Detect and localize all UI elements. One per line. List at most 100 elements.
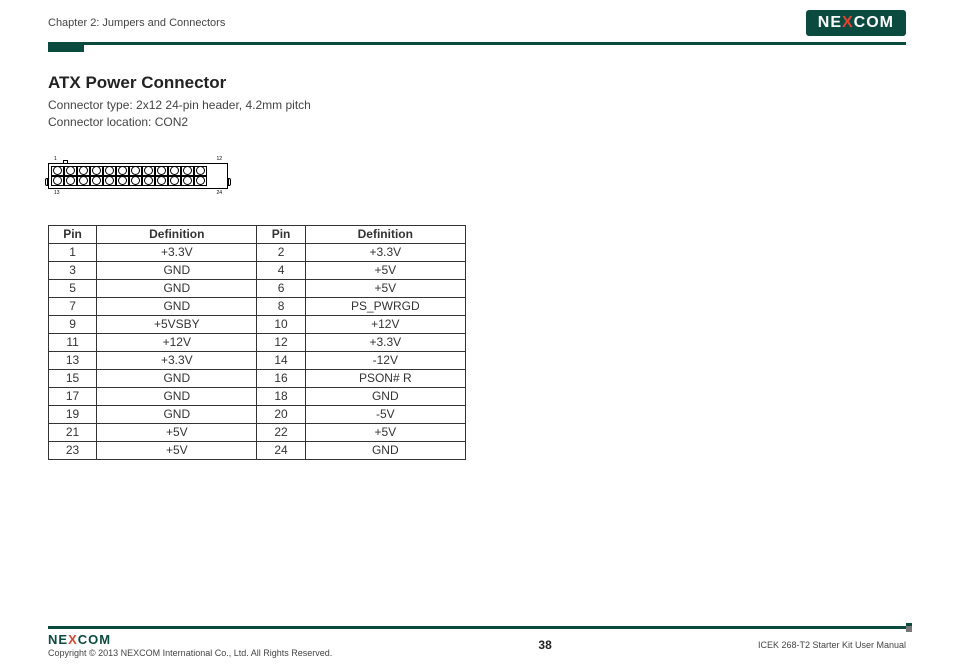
connector-body	[48, 163, 228, 189]
definition-cell: +12V	[305, 315, 465, 333]
pin-cell: 17	[49, 387, 97, 405]
logo-x: X	[842, 14, 854, 31]
logo-pre: NE	[818, 14, 842, 31]
pin-cell: 2	[257, 243, 305, 261]
definition-cell: +5V	[97, 441, 257, 459]
footer-ornament-2	[906, 626, 912, 632]
table-row: 13+3.3V14-12V	[49, 351, 466, 369]
definition-cell: +3.3V	[97, 243, 257, 261]
definition-cell: GND	[97, 261, 257, 279]
pin-cell: 21	[49, 423, 97, 441]
definition-cell: -12V	[305, 351, 465, 369]
definition-cell: +5V	[97, 423, 257, 441]
definition-cell: GND	[305, 441, 465, 459]
pin-cell: 16	[257, 369, 305, 387]
pinhole-icon	[181, 176, 194, 186]
pin-cell: 23	[49, 441, 97, 459]
definition-cell: GND	[97, 369, 257, 387]
definition-cell: PS_PWRGD	[305, 297, 465, 315]
pin-row-bottom	[51, 176, 225, 186]
pin-cell: 5	[49, 279, 97, 297]
pin-cell: 20	[257, 405, 305, 423]
copyright-text: Copyright © 2013 NEXCOM International Co…	[48, 648, 332, 658]
definition-cell: -5V	[305, 405, 465, 423]
definition-cell: GND	[97, 297, 257, 315]
pin-cell: 8	[257, 297, 305, 315]
pin-cell: 14	[257, 351, 305, 369]
pinhole-icon	[77, 176, 90, 186]
pinhole-icon	[168, 176, 181, 186]
table-row: 23+5V24GND	[49, 441, 466, 459]
pinhole-icon	[51, 176, 64, 186]
table-row: 21+5V22+5V	[49, 423, 466, 441]
pin-definition-table: Pin Definition Pin Definition 1+3.3V2+3.…	[48, 225, 466, 460]
pin-label-1: 1	[54, 156, 57, 162]
table-row: 11+12V12+3.3V	[49, 333, 466, 351]
th-def-2: Definition	[305, 225, 465, 243]
th-def-1: Definition	[97, 225, 257, 243]
definition-cell: +5V	[305, 279, 465, 297]
pin-cell: 19	[49, 405, 97, 423]
pinhole-icon	[64, 176, 77, 186]
pin-row-top	[51, 166, 225, 176]
pinhole-icon	[103, 176, 116, 186]
pinhole-icon	[64, 166, 77, 176]
pinhole-icon	[194, 176, 207, 186]
definition-cell: GND	[97, 279, 257, 297]
definition-cell: +12V	[97, 333, 257, 351]
connector-tab-left	[45, 178, 48, 186]
table-row: 9+5VSBY10+12V	[49, 315, 466, 333]
pin-cell: 10	[257, 315, 305, 333]
header-rule	[48, 42, 906, 45]
table-row: 3GND4+5V	[49, 261, 466, 279]
table-row: 17GND18GND	[49, 387, 466, 405]
pinhole-icon	[168, 166, 181, 176]
logo-top: NEXCOM	[806, 10, 906, 36]
table-row: 19GND20-5V	[49, 405, 466, 423]
logo-bot-x: X	[68, 632, 78, 647]
pinhole-icon	[194, 166, 207, 176]
connector-tab-right	[228, 178, 231, 186]
table-row: 5GND6+5V	[49, 279, 466, 297]
logo-bottom: NEXCOM	[48, 632, 332, 647]
pin-cell: 1	[49, 243, 97, 261]
table-row: 7GND8PS_PWRGD	[49, 297, 466, 315]
pin-cell: 12	[257, 333, 305, 351]
connector-key-notch	[63, 160, 68, 163]
connector-diagram: 1 12 13 24	[48, 156, 228, 197]
definition-cell: GND	[97, 405, 257, 423]
manual-name: ICEK 268-T2 Starter Kit User Manual	[758, 640, 906, 650]
page-number: 38	[538, 638, 551, 652]
pin-cell: 7	[49, 297, 97, 315]
pinhole-icon	[181, 166, 194, 176]
connector-location: Connector location: CON2	[48, 114, 906, 131]
pinhole-icon	[103, 166, 116, 176]
pin-cell: 22	[257, 423, 305, 441]
chapter-label: Chapter 2: Jumpers and Connectors	[48, 17, 225, 29]
pin-cell: 3	[49, 261, 97, 279]
pin-label-12: 12	[216, 156, 222, 162]
pinhole-icon	[90, 176, 103, 186]
pinhole-icon	[129, 166, 142, 176]
section-title: ATX Power Connector	[48, 73, 906, 93]
pin-label-24: 24	[216, 190, 222, 196]
pin-cell: 4	[257, 261, 305, 279]
th-pin-1: Pin	[49, 225, 97, 243]
definition-cell: GND	[305, 387, 465, 405]
pin-cell: 13	[49, 351, 97, 369]
definition-cell: +5VSBY	[97, 315, 257, 333]
definition-cell: +3.3V	[305, 333, 465, 351]
pin-cell: 9	[49, 315, 97, 333]
logo-post: COM	[854, 14, 894, 31]
logo-bot-pre: NE	[48, 632, 68, 647]
definition-cell: +5V	[305, 261, 465, 279]
pin-label-13: 13	[54, 190, 60, 196]
pinhole-icon	[116, 166, 129, 176]
footer-left: NEXCOM Copyright © 2013 NEXCOM Internati…	[48, 632, 332, 658]
pinhole-icon	[142, 176, 155, 186]
pinhole-icon	[129, 176, 142, 186]
table-row: 1+3.3V2+3.3V	[49, 243, 466, 261]
pin-cell: 24	[257, 441, 305, 459]
pinhole-icon	[90, 166, 103, 176]
header-accent	[48, 45, 84, 52]
